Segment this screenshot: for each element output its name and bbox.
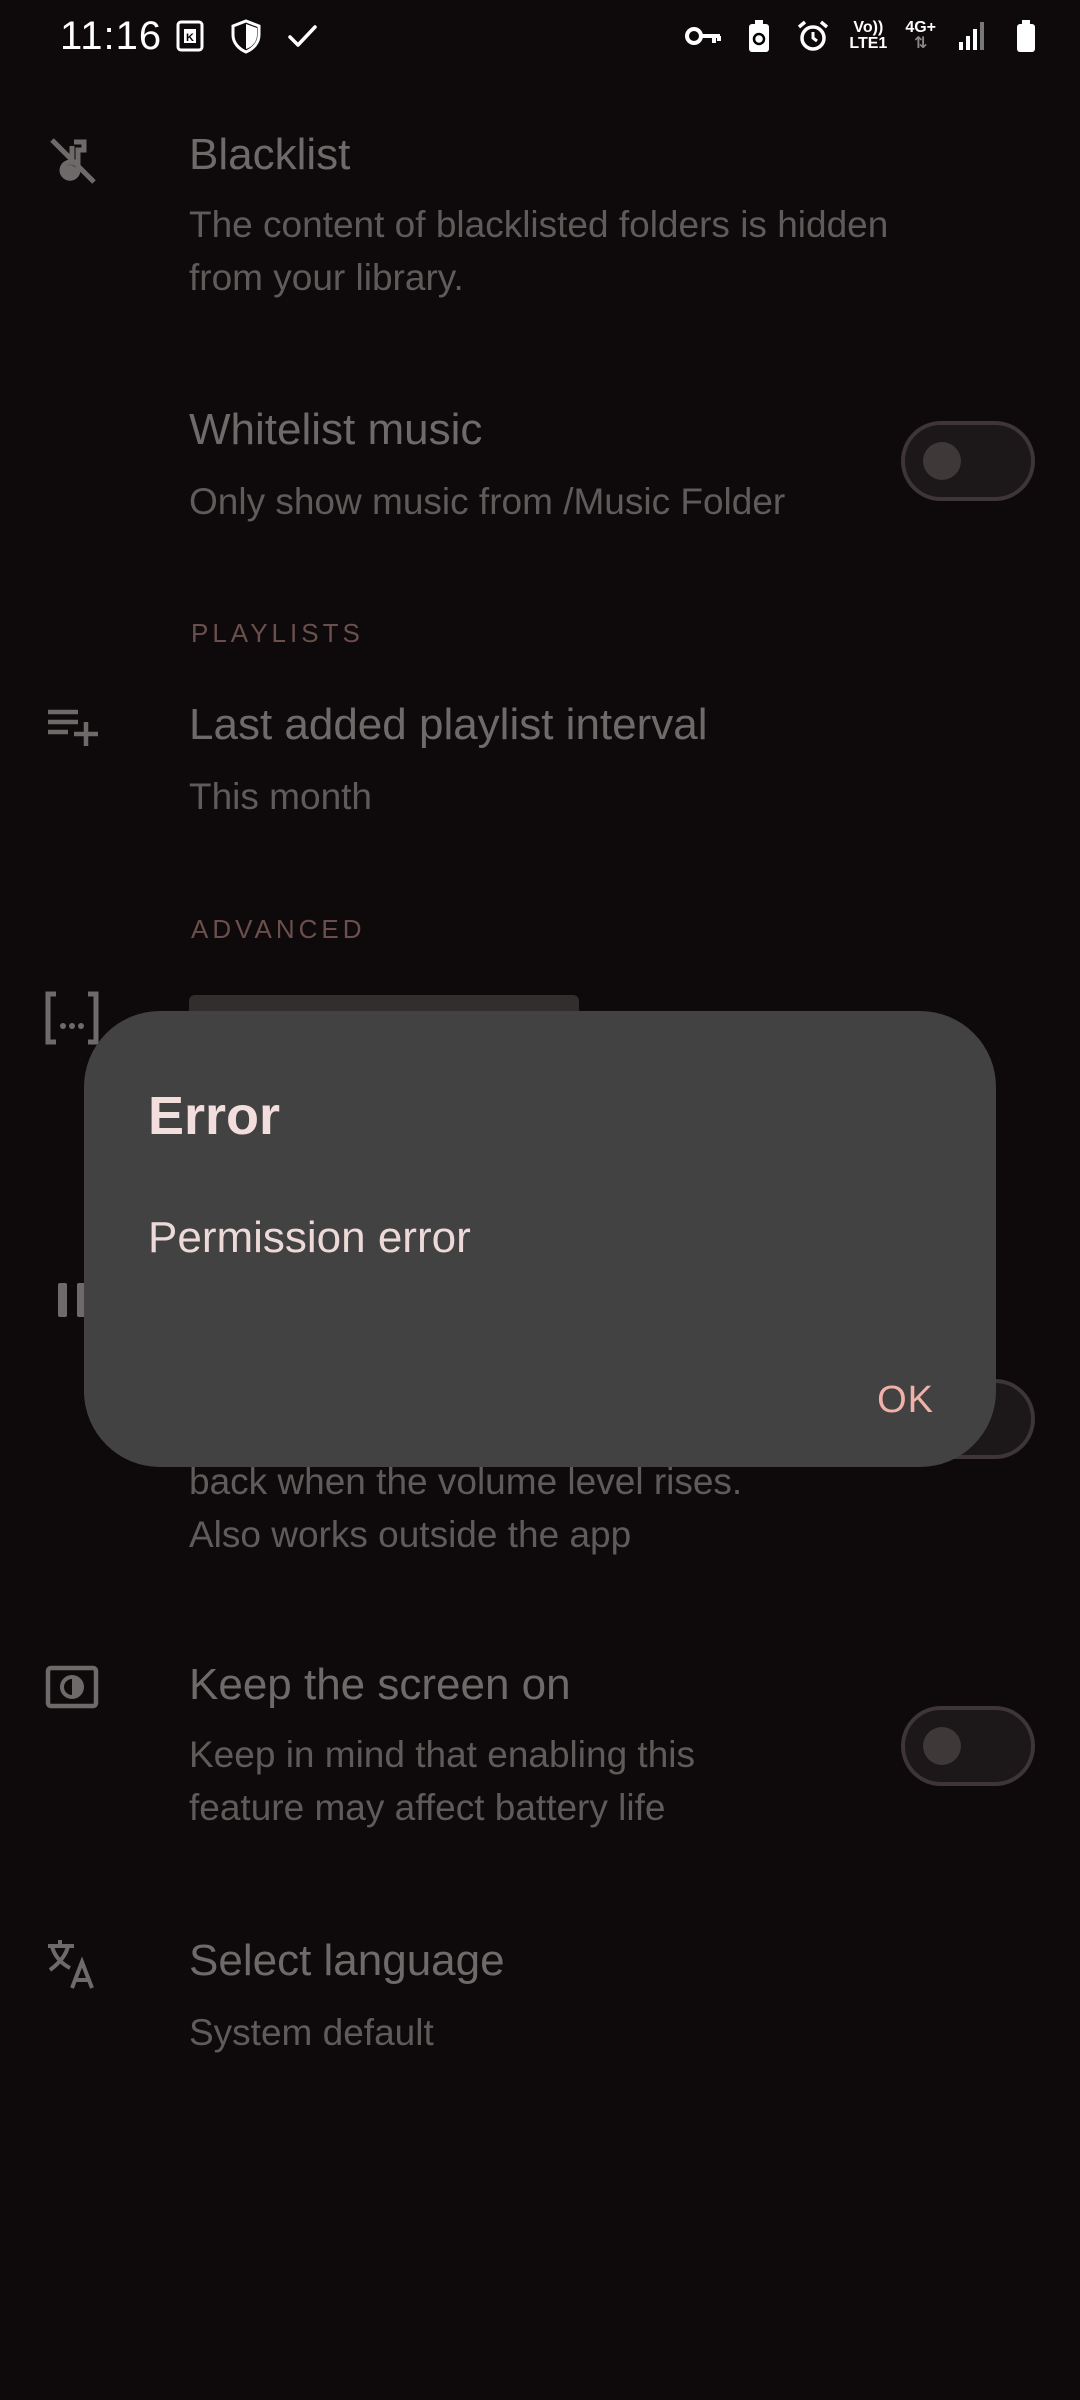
status-bar: 11:16 K Vo)) LTE1 4G+ ⇅ [0,0,1080,80]
toggle-knob [923,442,961,480]
filter-bracket-icon [45,991,99,1045]
setting-blacklist[interactable]: Blacklist The content of blacklisted fol… [0,120,1080,320]
battery-saver-icon [749,20,770,52]
data-arrows-icon: ⇅ [913,35,928,52]
language-subtitle: System default [189,2012,434,2053]
keep-screen-subtitle-line1: Keep in mind that enabling this [189,1734,696,1775]
ok-button[interactable]: OK [877,1379,934,1422]
translate-icon [48,1940,94,1989]
status-time: 11:16 [60,14,163,58]
section-header-playlists: PLAYLISTS [191,618,364,648]
toggle-knob [923,1727,961,1765]
status-left-icons: K [172,18,320,54]
playlist-add-icon [48,709,98,746]
setting-last-added-interval[interactable]: Last added playlist interval This month [0,690,1080,840]
keep-screen-toggle[interactable] [901,1706,1035,1786]
blacklist-subtitle-line2: from your library. [189,257,464,298]
screen: 11:16 K Vo)) LTE1 4G+ ⇅ Blacklist The co… [0,0,1080,2400]
language-title: Select language [189,1936,505,1985]
network-label: Vo)) LTE1 [849,20,887,52]
vpn-key-icon [685,27,722,45]
volte-label: Vo)) [853,19,884,36]
status-right-icons: Vo)) LTE1 4G+ ⇅ [683,18,1044,54]
whitelist-toggle[interactable] [901,421,1035,501]
dialog-message: Permission error [148,1213,471,1262]
dialog-title: Error [148,1086,281,1146]
battery-icon [1017,20,1035,52]
signal-icon [959,22,984,50]
music-off-icon [50,138,96,184]
error-dialog: Error Permission error OK [84,1011,996,1467]
pause-subtitle-line2: Also works outside the app [189,1514,632,1555]
keep-screen-title: Keep the screen on [189,1660,571,1709]
section-header-advanced: ADVANCED [191,914,366,944]
setting-keep-screen-on[interactable]: Keep the screen on Keep in mind that ena… [0,1650,1080,1850]
check-icon [288,25,317,47]
k-app-icon: K [176,20,204,52]
network-gen-label: 4G+ [905,19,936,36]
last-added-title: Last added playlist interval [189,700,708,749]
keep-screen-subtitle-line2: feature may affect battery life [189,1787,666,1828]
alarm-icon [798,20,829,51]
lte-label: LTE1 [849,35,888,52]
whitelist-subtitle: Only show music from /Music Folder [189,481,786,522]
blacklist-title: Blacklist [189,130,351,179]
last-added-subtitle: This month [189,776,373,817]
blacklist-subtitle-line1: The content of blacklisted folders is hi… [189,204,889,245]
network-gen: 4G+ ⇅ [905,20,936,52]
svg-text:K: K [186,32,194,44]
setting-select-language[interactable]: Select language System default [0,1926,1080,2076]
screen-brightness-icon [45,1665,99,1709]
shield-icon [231,19,261,54]
setting-whitelist[interactable]: Whitelist music Only show music from /Mu… [0,395,1080,555]
whitelist-title: Whitelist music [189,405,483,454]
